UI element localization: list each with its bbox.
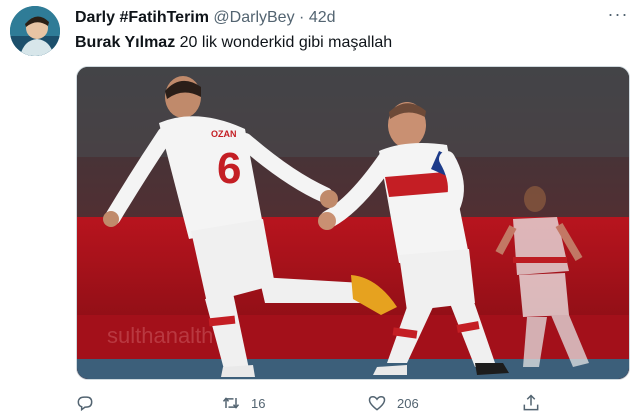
football-celebration-image: sulthanalth OZAN 6 <box>77 67 629 379</box>
tweet-photo[interactable]: sulthanalth OZAN 6 <box>76 66 630 380</box>
more-icon[interactable]: ··· <box>606 4 630 28</box>
shirt-name: OZAN <box>211 129 237 139</box>
retweet-count: 16 <box>251 395 266 411</box>
like-button[interactable]: 206 <box>367 392 419 414</box>
tweet[interactable]: Darly #FatihTerim @DarlyBey · 42d ··· Bu… <box>0 0 640 418</box>
share-button[interactable] <box>521 392 541 414</box>
retweet-button[interactable]: 16 <box>221 392 265 414</box>
tweet-text-bold: Burak Yılmaz <box>75 34 176 51</box>
tweet-time[interactable]: 42d <box>309 9 336 26</box>
like-icon <box>368 395 386 411</box>
shirt-number: 6 <box>217 144 241 193</box>
share-icon <box>523 394 539 411</box>
reply-button[interactable] <box>75 392 105 414</box>
display-name[interactable]: Darly #FatihTerim <box>75 9 209 26</box>
separator-dot: · <box>299 9 305 26</box>
tweet-header: Darly #FatihTerim @DarlyBey · 42d <box>75 8 600 28</box>
user-handle[interactable]: @DarlyBey <box>213 9 294 26</box>
avatar[interactable] <box>10 6 60 56</box>
retweet-icon <box>222 397 240 409</box>
avatar-image <box>10 6 60 56</box>
like-count: 206 <box>397 395 419 411</box>
tweet-text-body: 20 lik wonderkid gibi maşallah <box>175 34 393 51</box>
advertising-board-text: sulthanalth <box>107 323 213 348</box>
tweet-actions: 16 206 <box>75 392 565 414</box>
reply-icon <box>77 396 93 412</box>
tweet-text: Burak Yılmaz 20 lik wonderkid gibi maşal… <box>75 32 620 54</box>
